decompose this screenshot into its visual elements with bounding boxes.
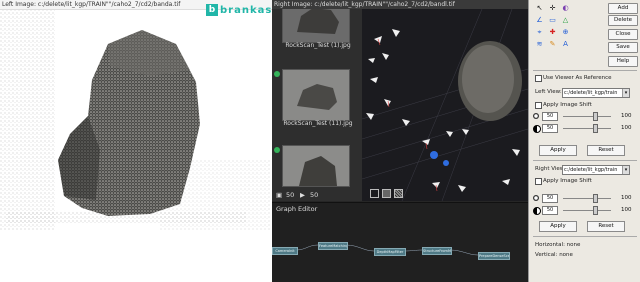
tool-icon[interactable]: ◐ bbox=[561, 4, 570, 13]
brightness-icon bbox=[533, 195, 539, 201]
apply-right-button[interactable]: Apply bbox=[539, 221, 577, 232]
divider bbox=[533, 160, 637, 161]
left-view-select[interactable]: c:/delete/lit_kgp/train ▾ bbox=[562, 88, 630, 98]
contrast-icon bbox=[533, 207, 541, 215]
3d-scene-render bbox=[362, 9, 528, 201]
tool-icon[interactable]: ∠ bbox=[535, 16, 544, 25]
thumbnail-image bbox=[282, 9, 350, 43]
brightness-icon bbox=[533, 113, 539, 119]
thumbnail-image bbox=[282, 69, 350, 121]
chevron-down-icon: ▾ bbox=[622, 89, 629, 97]
apply-image-shift-label: Apply Image Shift bbox=[543, 102, 592, 108]
view-mode-icon[interactable] bbox=[382, 189, 391, 198]
thumbnail-caption: RockScan_Test (1).jpg bbox=[285, 42, 351, 49]
watermark-logo: b bbox=[206, 4, 218, 16]
graph-node[interactable]: DepthMapFilter bbox=[374, 248, 406, 256]
image-gallery[interactable]: RockScan_Test (1).jpg RockScan_Test (11)… bbox=[272, 9, 362, 201]
tool-icon[interactable]: ≋ bbox=[535, 40, 544, 49]
help-button[interactable]: Help bbox=[608, 56, 638, 67]
image-count-a: 50 bbox=[286, 191, 295, 199]
thumbnail-2[interactable]: RockScan_Test (11).jpg bbox=[274, 69, 356, 129]
contrast-spinner[interactable]: 50 bbox=[542, 124, 558, 133]
image-icon: ▣ bbox=[276, 191, 283, 199]
view-mode-icon[interactable] bbox=[370, 189, 379, 198]
brightness-right-spinner[interactable]: 50 bbox=[542, 194, 558, 203]
point-cloud-rock bbox=[0, 10, 270, 230]
tool-icon[interactable]: ⌖ bbox=[535, 28, 544, 37]
brightness-right-slider-handle[interactable] bbox=[593, 194, 598, 203]
contrast-icon bbox=[533, 125, 541, 133]
tool-icon[interactable]: ✛ bbox=[548, 4, 557, 13]
apply-image-shift-checkbox[interactable] bbox=[535, 102, 542, 109]
add-button[interactable]: Add bbox=[608, 3, 638, 14]
vertical-status: Vertical: none bbox=[535, 252, 573, 258]
thumbnail-1[interactable]: RockScan_Test (1).jpg bbox=[276, 9, 356, 51]
tool-icon[interactable]: ↖ bbox=[535, 4, 544, 13]
thumbnail-image bbox=[282, 145, 350, 187]
3d-viewport[interactable] bbox=[362, 9, 528, 201]
chevron-down-icon: ▾ bbox=[622, 166, 629, 174]
contrast-right-slider[interactable] bbox=[563, 210, 611, 211]
brightness-value: 100 bbox=[621, 113, 632, 119]
thumbnail-caption: RockScan_Test (11).jpg bbox=[283, 120, 353, 127]
apply-image-shift-right-label: Apply Image Shift bbox=[543, 178, 592, 184]
brightness-spinner[interactable]: 50 bbox=[542, 112, 558, 121]
view-mode-icon[interactable] bbox=[394, 189, 403, 198]
status-dot-icon bbox=[274, 147, 280, 153]
photogrammetry-app: RockScan_Test (1).jpg RockScan_Test (11)… bbox=[272, 9, 528, 282]
camera-icon: ▶ bbox=[300, 191, 305, 199]
delete-button[interactable]: Delete bbox=[608, 15, 638, 26]
left-view-value: c:/delete/lit_kgp/train bbox=[564, 90, 618, 96]
tool-panel: ↖ ✛ ◐ ∠ ▭ △ ⌖ ✚ ⊕ ≋ ✎ A Add Delete Close Save Help … bbox=[528, 0, 640, 282]
apply-image-shift-right-checkbox[interactable] bbox=[535, 178, 542, 185]
tool-icon[interactable]: ✚ bbox=[548, 28, 557, 37]
right-view-select[interactable]: c:/delete/lit_kgp/train ▾ bbox=[562, 165, 630, 175]
contrast-right-spinner[interactable]: 50 bbox=[542, 206, 558, 215]
horizontal-status: Horizontal: none bbox=[535, 242, 581, 248]
graph-node[interactable]: CameraInit bbox=[272, 247, 298, 255]
save-button[interactable]: Save bbox=[608, 42, 638, 53]
contrast-right-value: 100 bbox=[621, 207, 632, 213]
graph-node[interactable]: FeatureMatching bbox=[318, 242, 348, 250]
contrast-value: 100 bbox=[621, 125, 632, 131]
tool-icon[interactable]: ✎ bbox=[548, 40, 557, 49]
tool-icon[interactable]: A bbox=[561, 40, 570, 49]
divider bbox=[533, 236, 637, 237]
tool-icon[interactable]: △ bbox=[561, 16, 570, 25]
reset-left-button[interactable]: Reset bbox=[587, 145, 625, 156]
tool-icon[interactable]: ▭ bbox=[548, 16, 557, 25]
graph-node[interactable]: StructureFromMotion bbox=[422, 247, 452, 255]
brightness-right-slider[interactable] bbox=[563, 198, 611, 199]
use-viewer-reference-label: Use Viewer As Reference bbox=[543, 75, 612, 81]
reset-right-button[interactable]: Reset bbox=[587, 221, 625, 232]
graph-edges bbox=[295, 244, 479, 256]
right-view-value: c:/delete/lit_kgp/train bbox=[564, 167, 618, 173]
graph-editor[interactable]: Graph Editor CameraInit FeatureMatching … bbox=[272, 202, 528, 282]
contrast-slider[interactable] bbox=[563, 128, 611, 129]
graph-node[interactable]: PrepareDenseScene bbox=[478, 252, 510, 260]
contrast-slider-handle[interactable] bbox=[593, 124, 598, 133]
apply-left-button[interactable]: Apply bbox=[539, 145, 577, 156]
brightness-slider[interactable] bbox=[563, 116, 611, 117]
image-count-b: 50 bbox=[310, 191, 319, 199]
use-viewer-reference-checkbox[interactable] bbox=[535, 75, 542, 82]
status-dot-icon bbox=[274, 71, 280, 77]
close-button[interactable]: Close bbox=[608, 29, 638, 40]
brightness-right-value: 100 bbox=[621, 195, 632, 201]
gallery-footer: ▣ 50 ▶ 50 bbox=[272, 189, 362, 200]
left-view-label: Left View: bbox=[535, 89, 562, 95]
brightness-slider-handle[interactable] bbox=[593, 112, 598, 121]
divider bbox=[533, 70, 637, 71]
contrast-right-slider-handle[interactable] bbox=[593, 206, 598, 215]
left-image-viewer[interactable]: Left Image: c:/delete/lit_kgp/TRAIN""/ca… bbox=[0, 0, 272, 282]
tool-icon[interactable]: ⊕ bbox=[561, 28, 570, 37]
